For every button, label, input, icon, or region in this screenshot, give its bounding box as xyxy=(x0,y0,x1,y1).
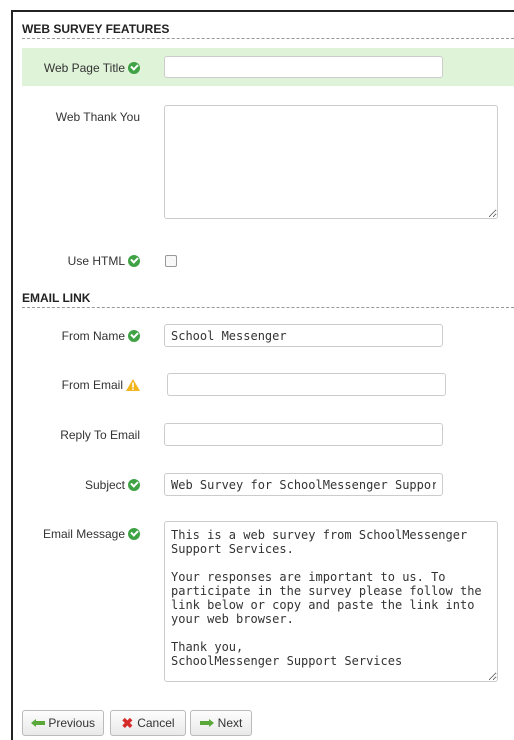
subject-input[interactable] xyxy=(164,473,443,496)
from-name-label: From Name xyxy=(0,329,140,343)
email-message-label-text: Email Message xyxy=(42,527,125,541)
check-icon xyxy=(128,329,140,342)
check-icon xyxy=(128,61,140,74)
email-message-label: Email Message xyxy=(0,527,140,541)
web-page-title-label: Web Page Title xyxy=(0,61,140,75)
check-icon xyxy=(128,478,140,491)
web-thank-you-label: Web Thank You xyxy=(55,110,140,124)
use-html-label: Use HTML xyxy=(0,254,140,268)
from-name-label-text: From Name xyxy=(61,329,125,343)
next-button[interactable]: Next xyxy=(190,710,252,736)
check-icon xyxy=(128,527,140,540)
from-name-input[interactable] xyxy=(164,324,443,347)
close-icon: ✖ xyxy=(121,715,134,731)
reply-to-email-label: Reply To Email xyxy=(60,428,140,442)
from-email-label: From Email xyxy=(0,378,140,392)
web-thank-you-textarea[interactable] xyxy=(164,105,498,219)
web-page-title-input[interactable] xyxy=(164,56,443,78)
arrow-right-icon xyxy=(199,719,214,727)
from-email-input[interactable] xyxy=(167,373,446,396)
email-message-textarea[interactable] xyxy=(164,521,498,682)
web-page-title-label-text: Web Page Title xyxy=(43,61,125,75)
subject-label-text: Subject xyxy=(84,478,125,492)
use-html-label-text: Use HTML xyxy=(67,254,125,268)
cancel-button-label: Cancel xyxy=(137,716,175,730)
section-heading-web-survey: WEB SURVEY FEATURES xyxy=(22,22,514,39)
subject-label: Subject xyxy=(0,478,140,492)
arrow-left-icon xyxy=(31,719,46,727)
cancel-button[interactable]: ✖ Cancel xyxy=(110,710,186,736)
from-email-label-text: From Email xyxy=(61,378,123,392)
next-button-label: Next xyxy=(217,716,243,730)
section-heading-email-link: EMAIL LINK xyxy=(22,291,514,308)
previous-button-label: Previous xyxy=(48,716,95,730)
reply-to-email-input[interactable] xyxy=(164,423,443,446)
warning-icon xyxy=(126,378,140,391)
check-icon xyxy=(128,254,140,267)
previous-button[interactable]: Previous xyxy=(22,710,104,736)
use-html-checkbox[interactable] xyxy=(165,255,177,267)
